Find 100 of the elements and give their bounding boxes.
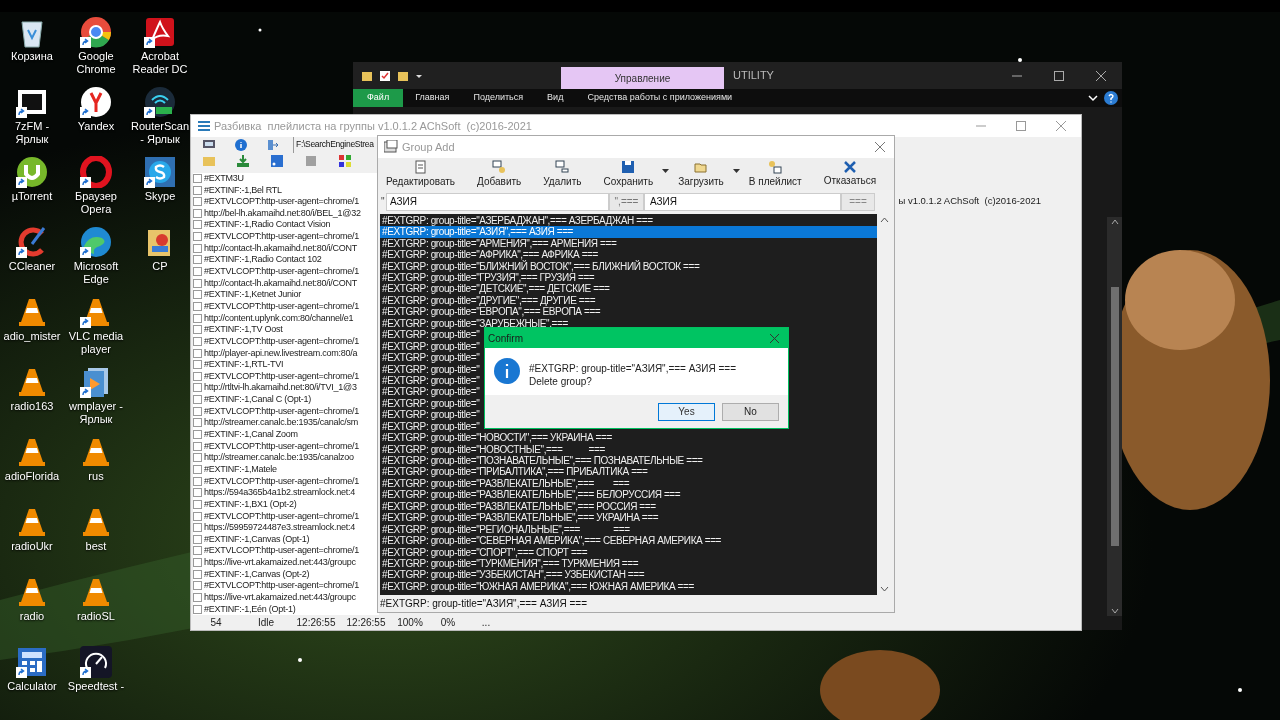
playlist-line[interactable]: #EXTM3U xyxy=(204,172,244,184)
scroll-down-icon[interactable] xyxy=(1109,606,1120,616)
stop-icon[interactable] xyxy=(305,154,317,167)
group-row[interactable]: #EXTGRP: group-title="ПОЗНАВАТЕЛЬНЫЕ",=== ПОЗНАВАТЕЛЬНЫЕ === xyxy=(380,455,877,467)
playlist-line[interactable]: #EXTINF:-1,Canvas (Opt-2) xyxy=(204,568,310,580)
playlist-line[interactable]: #EXTINF:-1,Radio Contact Vision xyxy=(204,219,331,231)
dialog-button[interactable]: Yes xyxy=(658,402,715,421)
playlist-line[interactable]: https://59959724487e3.streamlock.net:4 xyxy=(204,522,356,534)
playlist-line[interactable]: http://contact-lh.akamaihd.net:80/i/CONT xyxy=(204,242,358,254)
playlist-line[interactable]: #EXTVLCOPT:http-user-agent=chrome/1 xyxy=(204,440,360,452)
checkbox[interactable] xyxy=(193,430,202,439)
checkbox[interactable] xyxy=(193,371,202,381)
ribbon-tab[interactable]: Главная xyxy=(403,89,462,107)
checkbox[interactable] xyxy=(193,197,202,207)
group-row[interactable]: #EXTGRP: group-title="РАЗВЛЕКАТЕЛЬНЫЕ",=== === xyxy=(380,477,877,490)
desktop-icon-label[interactable]: rus xyxy=(87,470,105,483)
ribbon-tab[interactable]: Поделиться xyxy=(461,89,536,107)
playlist-line[interactable]: #EXTVLCOPT:http-user-agent=chrome/1 xyxy=(204,300,360,312)
group-title-field[interactable]: АЗИЯ xyxy=(644,192,841,211)
playlist-line[interactable]: http://player-api.new.livestream.com:80/a xyxy=(204,347,358,359)
help-icon[interactable] xyxy=(1104,91,1118,105)
playlist-line[interactable]: #EXTINF:-1,Canvas (Opt-1) xyxy=(204,533,310,545)
scroll-down-icon[interactable] xyxy=(880,586,889,592)
desktop-icon-label[interactable]: radio163 xyxy=(9,400,55,413)
playlist-line[interactable]: https://594a365b4a1b2.streamlock.net:4 xyxy=(204,487,356,499)
desktop-icon-label[interactable]: adioFlorida xyxy=(3,470,61,483)
checkbox[interactable] xyxy=(193,395,202,405)
checkbox[interactable] xyxy=(193,301,202,311)
info-icon[interactable] xyxy=(235,138,247,151)
checkbox[interactable] xyxy=(193,569,202,579)
checkbox[interactable] xyxy=(193,476,202,486)
checkbox[interactable] xyxy=(193,511,202,521)
group-row[interactable]: #EXTGRP: group-title="РАЗВЛЕКАТЕЛЬНЫЕ",=== УКРАИНА === xyxy=(380,512,877,524)
desktop-icon-label[interactable]: best xyxy=(84,540,108,553)
group-row[interactable]: #EXTGRP: group-title="АФРИКА",=== АФРИКА === xyxy=(380,249,877,261)
toolbar-button[interactable]: Сохранить xyxy=(597,157,660,190)
desktop-icon-label[interactable]: Yandex xyxy=(76,120,116,133)
playlist-line[interactable]: https://live-vrt.akamaized.net:443/groupc xyxy=(204,557,356,569)
ribbon-tab[interactable]: Вид xyxy=(535,89,576,107)
desktop-icon-label[interactable]: VLC media player xyxy=(64,330,128,356)
checkbox[interactable] xyxy=(193,581,202,591)
ribbon-tab[interactable]: Файл xyxy=(353,89,404,107)
desktop-icon-label[interactable]: adio_mister xyxy=(2,330,62,343)
playlist-line[interactable]: http://contact-lh.akamaihd.net:80/i/CONT xyxy=(204,277,358,289)
toolbar-button[interactable]: Удалить xyxy=(537,157,588,190)
desktop-icon-label[interactable]: Calculator xyxy=(6,680,58,693)
desktop-icon-label[interactable]: Speedtest - xyxy=(66,680,126,693)
playlist-line[interactable]: #EXTVLCOPT:http-user-agent=chrome/1 xyxy=(204,231,360,243)
group-row[interactable]: #EXTGRP: group-title="ЮЖНАЯ АМЕРИКА",=== ЮЖНАЯ АМЕРИКА === xyxy=(380,580,877,593)
playlist-line[interactable]: #EXTINF:-1,TV Oost xyxy=(204,324,283,336)
checkbox[interactable] xyxy=(193,325,202,335)
group-row[interactable]: #EXTGRP: group-title="СПОРТ",=== СПОРТ === xyxy=(380,546,877,558)
playlist-line[interactable]: #EXTINF:-1,Eén (Opt-1) xyxy=(204,603,296,615)
playlist-line[interactable]: #EXTINF:-1,BX1 (Opt-2) xyxy=(204,498,297,510)
playlist-line[interactable]: #EXTVLCOPT:http-user-agent=chrome/1 xyxy=(204,196,360,208)
group-row[interactable]: #EXTGRP: group-title="АЗЕРБАДЖАН",=== АЗЕРБАДЖАН === xyxy=(380,214,877,227)
playlist-line[interactable]: #EXTVLCOPT:http-user-agent=chrome/1 xyxy=(204,405,360,417)
group-row[interactable]: #EXTGRP: group-title="АРМЕНИЯ",=== АРМЕНИЯ === xyxy=(380,237,877,250)
grid-icon[interactable] xyxy=(339,154,351,167)
scroll-up-icon[interactable] xyxy=(880,216,889,223)
desktop-icon-label[interactable]: radioSL xyxy=(76,610,116,623)
playlist-line[interactable]: #EXTINF:-1,Bel RTL xyxy=(204,184,282,196)
desktop-icon-label[interactable]: radioUkr xyxy=(10,540,54,553)
checkbox[interactable] xyxy=(193,383,202,393)
scrollbar-thumb[interactable] xyxy=(1110,287,1119,546)
desktop-icon-label[interactable]: 7zFM - Ярлык xyxy=(0,120,64,146)
group-row[interactable]: #EXTGRP: group-title="БЛИЖНИЙ ВОСТОК",=== БЛИЖНИЙ ВОСТОК === xyxy=(380,260,877,273)
playlist-line[interactable]: #EXTINF:-1,Canal Zoom xyxy=(204,429,298,440)
checkbox[interactable] xyxy=(193,406,202,416)
checkbox[interactable] xyxy=(193,278,202,288)
playlist-line[interactable]: #EXTINF:-1,Canal C (Opt-1) xyxy=(204,394,312,406)
checkbox[interactable] xyxy=(193,243,202,253)
playlist-line[interactable]: http://rtltvi-lh.akamaihd.net:80/i/TVI_1@3 xyxy=(204,382,357,394)
checkbox[interactable] xyxy=(193,348,202,358)
chevron-down-icon[interactable] xyxy=(1088,94,1098,102)
desktop-icon-label[interactable]: Корзина xyxy=(10,50,54,63)
desktop-icon-label[interactable]: µTorrent xyxy=(10,190,54,203)
playlist-line[interactable]: #EXTVLCOPT:http-user-agent=chrome/1 xyxy=(204,335,360,347)
playlist-line[interactable]: http://streamer.canalc.be:1935/canalzoo xyxy=(204,452,354,464)
checkbox[interactable] xyxy=(193,313,202,323)
checkbox[interactable] xyxy=(193,593,202,602)
group-row[interactable]: #EXTGRP: group-title="НОВОСТИ",=== УКРАИНА === xyxy=(380,432,877,444)
desktop-icon-label[interactable]: Skype xyxy=(143,190,177,203)
checkbox[interactable] xyxy=(193,441,202,451)
desktop-icon-label[interactable]: CP xyxy=(151,260,169,273)
playlist-line[interactable]: #EXTVLCOPT:http-user-agent=chrome/1 xyxy=(204,266,360,278)
toolbar-button[interactable]: Редактировать xyxy=(380,157,462,190)
checkbox[interactable] xyxy=(193,290,202,300)
checkbox[interactable] xyxy=(193,523,202,533)
playlist-line[interactable]: #EXTINF:-1,RTL-TVI xyxy=(204,359,284,371)
checkbox[interactable] xyxy=(193,418,202,428)
checkbox[interactable] xyxy=(193,255,202,265)
checkbox[interactable] xyxy=(193,220,202,230)
desktop-icon-label[interactable]: wmplayer - Ярлык xyxy=(64,400,128,426)
checkbox[interactable] xyxy=(193,604,202,614)
desktop-icon-label[interactable]: Браузер Opera xyxy=(64,190,128,216)
monitor-icon[interactable] xyxy=(203,139,215,150)
group-row[interactable]: #EXTGRP: group-title="РАЗВЛЕКАТЕЛЬНЫЕ",=== БЕЛОРУССИЯ === xyxy=(380,489,877,501)
group-row[interactable]: #EXTGRP: group-title="ТУРКМЕНИЯ",=== ТУРКМЕНИЯ === xyxy=(380,557,877,570)
scroll-up-icon[interactable] xyxy=(1109,217,1120,227)
